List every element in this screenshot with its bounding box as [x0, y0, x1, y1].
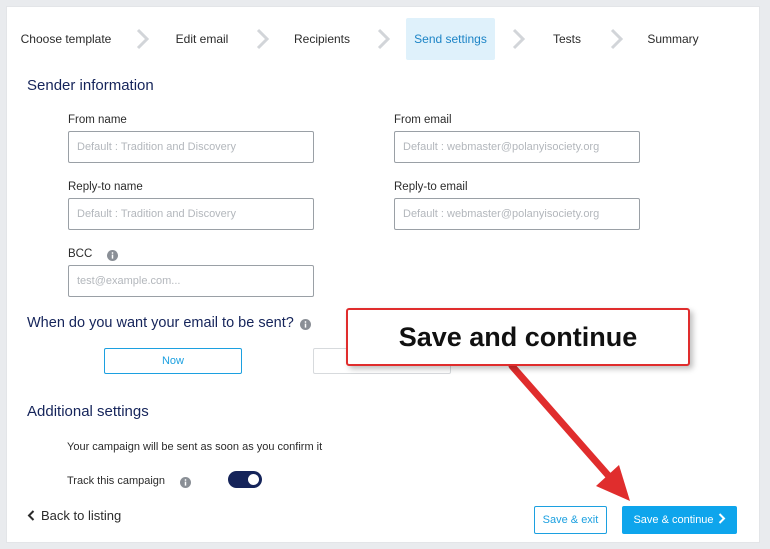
chevron-right-icon — [136, 28, 150, 50]
toggle-knob — [248, 474, 259, 485]
reply-to-name-label: Reply-to name — [68, 181, 143, 193]
bcc-input[interactable] — [68, 265, 314, 297]
reply-to-email-label: Reply-to email — [394, 181, 468, 193]
info-icon[interactable] — [180, 477, 191, 488]
step-tests[interactable]: Tests — [545, 18, 589, 60]
send-info-text: Your campaign will be sent as soon as yo… — [67, 441, 323, 453]
reply-to-email-input[interactable] — [394, 198, 640, 230]
chevron-right-icon — [610, 28, 624, 50]
from-name-input[interactable] — [68, 131, 314, 163]
back-to-listing-label: Back to listing — [41, 508, 122, 523]
track-campaign-toggle[interactable] — [228, 471, 262, 488]
back-to-listing-link[interactable]: Back to listing — [27, 508, 121, 523]
info-icon[interactable] — [107, 250, 118, 261]
step-choose-template[interactable]: Choose template — [20, 18, 112, 60]
step-summary[interactable]: Summary — [640, 18, 706, 60]
step-recipients[interactable]: Recipients — [290, 18, 354, 60]
chevron-right-icon — [512, 28, 526, 50]
schedule-title: When do you want your email to be sent? — [27, 315, 294, 331]
save-exit-button[interactable]: Save & exit — [534, 506, 607, 534]
send-now-button[interactable]: Now — [104, 348, 242, 374]
track-campaign-label: Track this campaign — [67, 475, 166, 487]
additional-settings-title: Additional settings — [27, 403, 149, 420]
from-email-input[interactable] — [394, 131, 640, 163]
step-send-settings[interactable]: Send settings — [406, 18, 495, 60]
reply-to-name-input[interactable] — [68, 198, 314, 230]
chevron-left-icon — [27, 510, 35, 521]
info-icon[interactable] — [300, 319, 311, 330]
step-edit-email[interactable]: Edit email — [170, 18, 234, 60]
save-continue-button[interactable]: Save & continue — [622, 506, 737, 534]
chevron-right-icon — [718, 513, 725, 524]
annotation-callout: Save and continue — [346, 308, 690, 366]
chevron-right-icon — [256, 28, 270, 50]
save-continue-label: Save & continue — [633, 514, 714, 526]
chevron-right-icon — [377, 28, 391, 50]
bcc-label: BCC — [68, 248, 93, 260]
from-email-label: From email — [394, 114, 452, 126]
sender-information-title: Sender information — [27, 77, 154, 94]
from-name-label: From name — [68, 114, 127, 126]
